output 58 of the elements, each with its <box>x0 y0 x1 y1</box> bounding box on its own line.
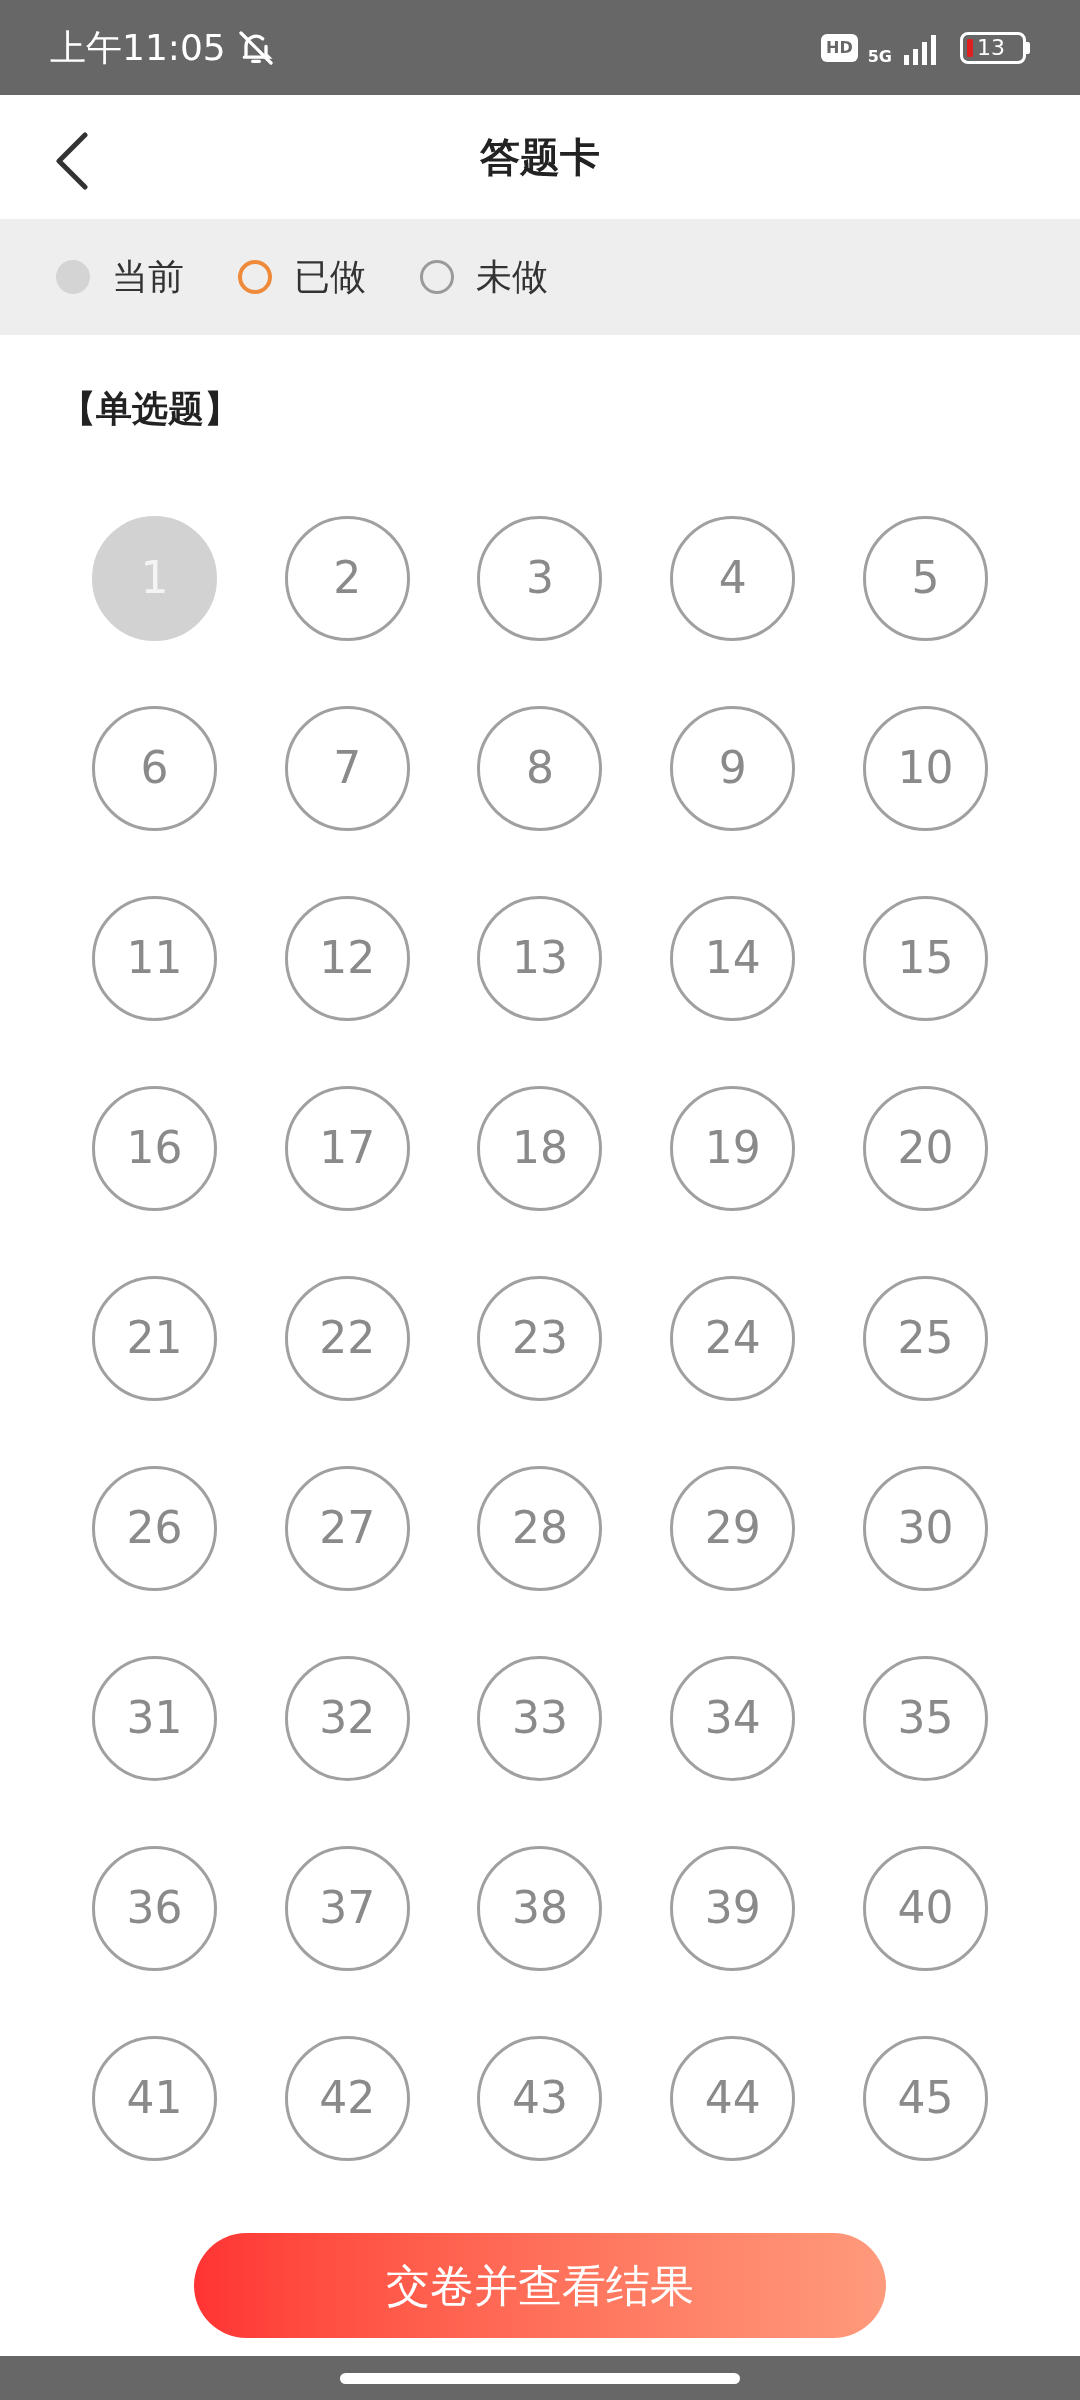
question-number[interactable]: 41 <box>91 2035 217 2161</box>
question-number[interactable]: 36 <box>91 1845 217 1971</box>
question-number[interactable]: 12 <box>284 895 410 1021</box>
question-number[interactable]: 20 <box>863 1085 989 1211</box>
hd-badge: HD <box>821 33 858 62</box>
question-number[interactable]: 2 <box>284 515 410 641</box>
question-number[interactable]: 22 <box>284 1275 410 1401</box>
done-ring-icon <box>238 260 272 294</box>
question-number[interactable]: 6 <box>91 705 217 831</box>
question-number[interactable]: 11 <box>91 895 217 1021</box>
question-number[interactable]: 27 <box>284 1465 410 1591</box>
submit-button[interactable]: 交卷并查看结果 <box>194 2233 886 2338</box>
question-number[interactable]: 24 <box>670 1275 796 1401</box>
question-number[interactable]: 25 <box>863 1275 989 1401</box>
question-number[interactable]: 7 <box>284 705 410 831</box>
question-number[interactable]: 21 <box>91 1275 217 1401</box>
section-title: 【单选题】 <box>60 387 240 431</box>
question-number[interactable]: 14 <box>670 895 796 1021</box>
question-number[interactable]: 8 <box>477 705 603 831</box>
question-number[interactable]: 4 <box>670 515 796 641</box>
question-number[interactable]: 34 <box>670 1655 796 1781</box>
page-title: 答题卡 <box>480 133 600 182</box>
question-number[interactable]: 43 <box>477 2035 603 2161</box>
home-indicator[interactable] <box>340 2372 740 2384</box>
question-number[interactable]: 30 <box>863 1465 989 1591</box>
question-number[interactable]: 39 <box>670 1845 796 1971</box>
question-number[interactable]: 13 <box>477 895 603 1021</box>
todo-ring-icon <box>420 260 454 294</box>
question-number[interactable]: 9 <box>670 705 796 831</box>
question-number[interactable]: 16 <box>91 1085 217 1211</box>
question-number[interactable]: 10 <box>863 705 989 831</box>
legend-label: 当前 <box>112 255 184 299</box>
question-number[interactable]: 3 <box>477 515 603 641</box>
question-number[interactable]: 17 <box>284 1085 410 1211</box>
battery-level: 13 <box>977 36 1005 59</box>
question-number[interactable]: 44 <box>670 2035 796 2161</box>
question-number[interactable]: 33 <box>477 1655 603 1781</box>
legend-label: 未做 <box>476 255 548 299</box>
question-number[interactable]: 42 <box>284 2035 410 2161</box>
question-number[interactable]: 45 <box>863 2035 989 2161</box>
question-number[interactable]: 26 <box>91 1465 217 1591</box>
question-number[interactable]: 29 <box>670 1465 796 1591</box>
question-number[interactable]: 35 <box>863 1655 989 1781</box>
question-number[interactable]: 38 <box>477 1845 603 1971</box>
question-number[interactable]: 19 <box>670 1085 796 1211</box>
network-label: 5G <box>867 45 892 68</box>
question-number[interactable]: 32 <box>284 1655 410 1781</box>
battery-fill <box>967 38 973 57</box>
question-number[interactable]: 5 <box>863 515 989 641</box>
question-number[interactable]: 28 <box>477 1465 603 1591</box>
legend-label: 已做 <box>294 255 366 299</box>
question-number[interactable]: 31 <box>91 1655 217 1781</box>
question-number[interactable]: 40 <box>863 1845 989 1971</box>
question-number[interactable]: 37 <box>284 1845 410 1971</box>
question-number[interactable]: 23 <box>477 1275 603 1401</box>
question-number[interactable]: 15 <box>863 895 989 1021</box>
question-number[interactable]: 18 <box>477 1085 603 1211</box>
status-time: 上午11:05 <box>50 25 226 70</box>
